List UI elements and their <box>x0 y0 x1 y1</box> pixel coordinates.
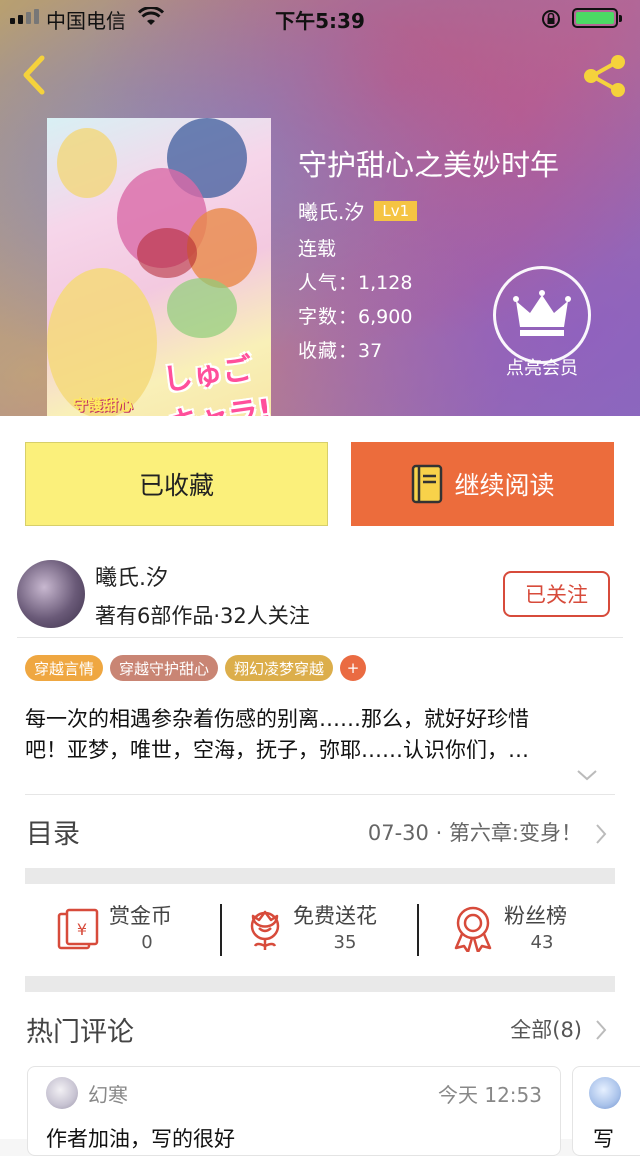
free-flowers-stat[interactable]: 免费送花 35 <box>245 884 415 976</box>
expand-chevron-icon[interactable] <box>576 768 598 782</box>
author-card[interactable]: 曦氏.汐 著有6部作品·32人关注 已关注 <box>0 554 640 640</box>
words-value: 6,900 <box>358 306 413 328</box>
favorites-value: 37 <box>358 340 383 362</box>
fan-ranking-title: 粉丝榜 <box>504 904 567 928</box>
description-line-2: 吧！亚梦，唯世，空海，抚子，弥耶……认识你们，… <box>25 738 529 762</box>
fan-ranking-value: 43 <box>530 932 554 953</box>
all-comments-link[interactable]: 全部(8) <box>510 1014 582 1044</box>
chevron-right-icon <box>596 824 607 844</box>
latest-chapter: 07-30 · 第六章:变身！ <box>367 821 582 845</box>
section-separator <box>25 976 615 992</box>
tag-list: 穿越言情 穿越守护甜心 翔幻凌梦穿越 + <box>25 655 367 681</box>
fan-ranking-stat[interactable]: 粉丝榜 43 <box>452 884 602 976</box>
followed-button[interactable]: 已关注 <box>503 571 610 617</box>
cover-logo: しゅごキャラ! <box>160 351 271 416</box>
header-author-row: 曦氏.汐 Lv1 <box>298 196 418 225</box>
share-button[interactable] <box>580 52 630 100</box>
commenter-name[interactable]: 幻寒 <box>88 1079 128 1108</box>
favorited-button[interactable]: 已收藏 <box>25 442 328 526</box>
author-info: 著有6部作品·32人关注 <box>95 604 310 628</box>
commenter-avatar[interactable] <box>589 1077 621 1109</box>
chevron-right-icon <box>596 1020 607 1040</box>
hot-comments-title: 热门评论 <box>26 1017 134 1048</box>
serial-status: 连载 <box>298 238 337 260</box>
divider <box>17 637 623 638</box>
header-author-name[interactable]: 曦氏.汐 <box>298 196 364 225</box>
favorites-stat: 收藏：37 <box>298 336 382 363</box>
tag-item[interactable]: 穿越守护甜心 <box>110 655 219 681</box>
svg-text:¥: ¥ <box>77 920 87 939</box>
vip-button[interactable]: 点亮会员 <box>490 266 594 380</box>
reward-coins-stat[interactable]: ¥ 赏金币 0 <box>55 884 205 976</box>
cover-subtitle: 守護甜心 <box>73 396 134 414</box>
level-badge: Lv1 <box>374 200 418 221</box>
favorites-label: 收藏： <box>298 340 359 362</box>
status-bar: 中国电信 下午5:39 <box>0 0 640 36</box>
vip-label: 点亮会员 <box>506 358 578 379</box>
author-avatar[interactable] <box>17 560 85 628</box>
free-flowers-value: 35 <box>333 932 357 953</box>
words-label: 字数： <box>298 306 359 328</box>
continue-reading-label: 继续阅读 <box>454 471 555 500</box>
more-tags-button[interactable]: + <box>340 655 367 681</box>
flower-icon <box>250 910 280 950</box>
divider <box>25 794 615 795</box>
comment-text: 写 <box>593 1127 614 1151</box>
free-flowers-title: 免费送花 <box>293 904 377 928</box>
comment-card[interactable]: 幻寒 今天 12:53 作者加油，写的很好 <box>27 1066 561 1156</box>
book-title: 守护甜心之美妙时年 <box>298 148 560 182</box>
book-header: 中国电信 下午5:39 しゅごキャラ! 守護甜心 守护甜心之美妙时年 曦氏.汐 … <box>0 0 640 416</box>
book-icon <box>412 464 443 504</box>
support-stats: ¥ 赏金币 0 免费送花 35 粉丝榜 43 <box>0 884 640 976</box>
rotation-lock-icon <box>542 10 560 28</box>
book-description[interactable]: 每一次的相遇参杂着伤感的别离……那么，就好好珍惜 吧！亚梦，唯世，空海，抚子，弥… <box>25 704 615 766</box>
ribbon-medal-icon <box>454 906 492 952</box>
commenter-avatar[interactable] <box>46 1077 78 1109</box>
comment-card[interactable]: 写 <box>572 1066 640 1156</box>
book-cover[interactable]: しゅごキャラ! 守護甜心 <box>47 118 271 416</box>
description-line-1: 每一次的相遇参杂着伤感的别离……那么，就好好珍惜 <box>25 707 529 731</box>
table-of-contents-row[interactable]: 目录 07-30 · 第六章:变身！ <box>0 796 640 866</box>
tag-item[interactable]: 穿越言情 <box>25 655 104 681</box>
book-detail-content: 已收藏 继续阅读 曦氏.汐 著有6部作品·32人关注 已关注 穿越言情 穿越守护… <box>0 416 640 1156</box>
divider <box>220 904 222 956</box>
red-envelope-icon: ¥ <box>57 908 99 950</box>
section-separator <box>25 868 615 884</box>
comment-time: 今天 12:53 <box>438 1083 542 1107</box>
comment-text: 作者加油，写的很好 <box>46 1127 235 1151</box>
reward-coins-title: 赏金币 <box>109 904 172 928</box>
word-count-stat: 字数：6,900 <box>298 302 412 329</box>
hot-comments-header[interactable]: 热门评论 全部(8) <box>0 1006 640 1066</box>
popularity-stat: 人气：1,128 <box>298 268 412 295</box>
toc-label: 目录 <box>26 819 80 850</box>
popularity-value: 1,128 <box>358 272 413 294</box>
divider <box>417 904 419 956</box>
tag-item[interactable]: 翔幻凌梦穿越 <box>225 655 334 681</box>
reward-coins-value: 0 <box>141 932 153 953</box>
battery-icon <box>572 8 622 28</box>
continue-reading-button[interactable]: 继续阅读 <box>351 442 614 526</box>
popularity-label: 人气： <box>298 272 359 294</box>
author-name[interactable]: 曦氏.汐 <box>95 560 168 592</box>
crown-icon <box>493 266 591 364</box>
back-button[interactable] <box>14 50 54 100</box>
